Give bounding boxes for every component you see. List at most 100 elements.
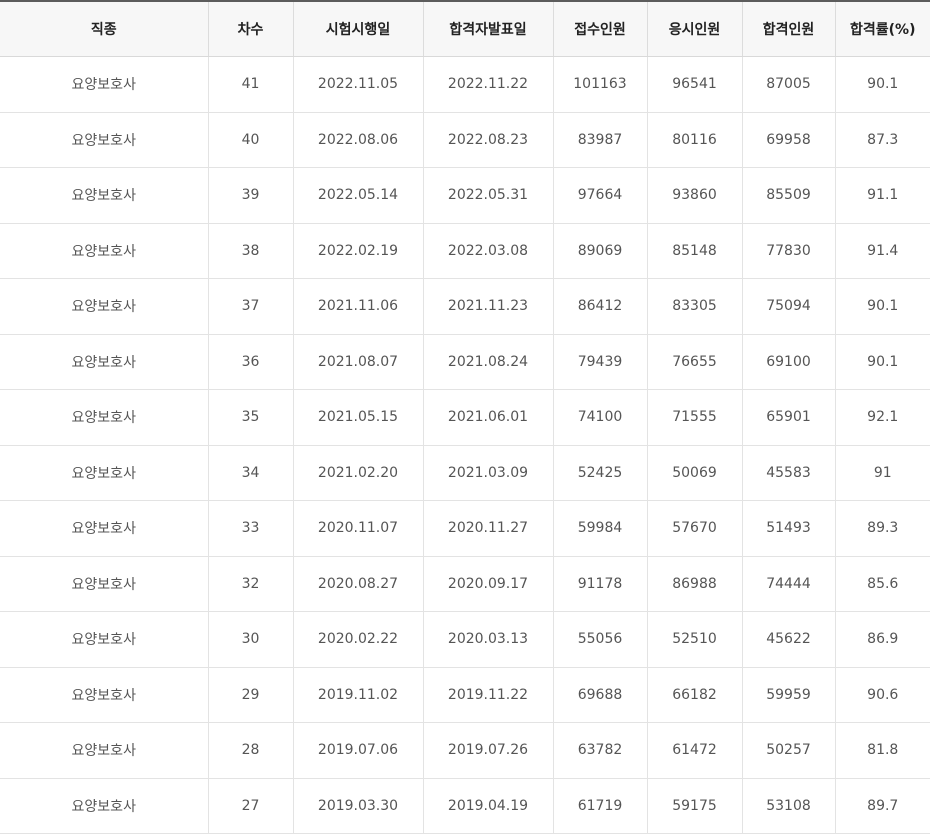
- cell-pass-rate: 89.7: [834, 778, 930, 834]
- cell-applicants: 101163: [552, 56, 647, 113]
- cell-applicants: 74100: [552, 389, 647, 446]
- cell-examinees: 86988: [646, 556, 742, 612]
- cell-examinees: 85148: [646, 223, 742, 279]
- cell-passers: 77830: [741, 223, 835, 279]
- cell-job-type: 요양보호사: [0, 556, 208, 612]
- cell-pass-rate: 90.1: [834, 334, 930, 390]
- header-pass-rate: 합격률(%): [834, 1, 930, 57]
- table-body: 요양보호사 41 2022.11.05 2022.11.22 101163 96541 87…: [0, 56, 930, 834]
- cell-job-type: 요양보호사: [0, 722, 208, 779]
- header-announce-date: 합격자발표일: [422, 1, 553, 57]
- table-row: 요양보호사 32 2020.08.27 2020.09.17 91178 86988 744…: [0, 556, 930, 612]
- cell-exam-date: 2019.03.30: [292, 778, 423, 834]
- cell-passers: 50257: [741, 722, 835, 779]
- table-row: 요양보호사 40 2022.08.06 2022.08.23 83987 80116 699…: [0, 112, 930, 168]
- cell-announce-date: 2020.03.13: [422, 611, 553, 668]
- cell-announce-date: 2020.09.17: [422, 556, 553, 612]
- cell-applicants: 91178: [552, 556, 647, 612]
- cell-examinees: 76655: [646, 334, 742, 390]
- cell-applicants: 83987: [552, 112, 647, 168]
- cell-examinees: 83305: [646, 278, 742, 335]
- cell-round: 37: [207, 278, 293, 335]
- cell-announce-date: 2021.03.09: [422, 445, 553, 501]
- cell-announce-date: 2021.06.01: [422, 389, 553, 446]
- cell-passers: 74444: [741, 556, 835, 612]
- cell-passers: 45583: [741, 445, 835, 501]
- cell-passers: 69958: [741, 112, 835, 168]
- cell-passers: 75094: [741, 278, 835, 335]
- cell-applicants: 79439: [552, 334, 647, 390]
- table-row: 요양보호사 37 2021.11.06 2021.11.23 86412 83305 750…: [0, 278, 930, 335]
- cell-job-type: 요양보호사: [0, 112, 208, 168]
- cell-examinees: 50069: [646, 445, 742, 501]
- cell-passers: 65901: [741, 389, 835, 446]
- header-exam-date: 시험시행일: [292, 1, 423, 57]
- cell-round: 40: [207, 112, 293, 168]
- cell-passers: 87005: [741, 56, 835, 113]
- cell-round: 39: [207, 167, 293, 224]
- table-row: 요양보호사 35 2021.05.15 2021.06.01 74100 71555 659…: [0, 389, 930, 446]
- cell-pass-rate: 86.9: [834, 611, 930, 668]
- cell-round: 41: [207, 56, 293, 113]
- cell-pass-rate: 90.6: [834, 667, 930, 723]
- cell-pass-rate: 81.8: [834, 722, 930, 779]
- cell-announce-date: 2021.11.23: [422, 278, 553, 335]
- table-row: 요양보호사 34 2021.02.20 2021.03.09 52425 50069 455…: [0, 445, 930, 501]
- cell-passers: 51493: [741, 500, 835, 557]
- cell-applicants: 59984: [552, 500, 647, 557]
- cell-exam-date: 2019.11.02: [292, 667, 423, 723]
- cell-examinees: 61472: [646, 722, 742, 779]
- cell-announce-date: 2020.11.27: [422, 500, 553, 557]
- cell-passers: 45622: [741, 611, 835, 668]
- header-row: 직종 차수 시험시행일 합격자발표일 접수인원 응시인원 합격인원 합격률(%): [0, 1, 930, 57]
- cell-applicants: 63782: [552, 722, 647, 779]
- cell-examinees: 96541: [646, 56, 742, 113]
- cell-announce-date: 2019.04.19: [422, 778, 553, 834]
- cell-pass-rate: 87.3: [834, 112, 930, 168]
- cell-job-type: 요양보호사: [0, 56, 208, 113]
- cell-job-type: 요양보호사: [0, 667, 208, 723]
- cell-round: 28: [207, 722, 293, 779]
- cell-announce-date: 2022.03.08: [422, 223, 553, 279]
- table-row: 요양보호사 28 2019.07.06 2019.07.26 63782 61472 502…: [0, 722, 930, 779]
- cell-exam-date: 2019.07.06: [292, 722, 423, 779]
- cell-exam-date: 2021.05.15: [292, 389, 423, 446]
- cell-round: 36: [207, 334, 293, 390]
- cell-pass-rate: 91.4: [834, 223, 930, 279]
- cell-round: 35: [207, 389, 293, 446]
- cell-round: 32: [207, 556, 293, 612]
- cell-passers: 53108: [741, 778, 835, 834]
- cell-exam-date: 2021.02.20: [292, 445, 423, 501]
- cell-examinees: 59175: [646, 778, 742, 834]
- cell-applicants: 52425: [552, 445, 647, 501]
- cell-announce-date: 2022.11.22: [422, 56, 553, 113]
- cell-pass-rate: 89.3: [834, 500, 930, 557]
- table-row: 요양보호사 36 2021.08.07 2021.08.24 79439 76655 691…: [0, 334, 930, 390]
- cell-pass-rate: 92.1: [834, 389, 930, 446]
- table-row: 요양보호사 30 2020.02.22 2020.03.13 55056 52510 456…: [0, 611, 930, 668]
- cell-job-type: 요양보호사: [0, 445, 208, 501]
- exam-results-table: 직종 차수 시험시행일 합격자발표일 접수인원 응시인원 합격인원 합격률(%)…: [0, 0, 930, 834]
- cell-round: 30: [207, 611, 293, 668]
- cell-examinees: 80116: [646, 112, 742, 168]
- header-examinees: 응시인원: [646, 1, 742, 57]
- cell-examinees: 52510: [646, 611, 742, 668]
- cell-job-type: 요양보호사: [0, 223, 208, 279]
- cell-applicants: 86412: [552, 278, 647, 335]
- cell-examinees: 57670: [646, 500, 742, 557]
- cell-announce-date: 2019.11.22: [422, 667, 553, 723]
- cell-pass-rate: 90.1: [834, 278, 930, 335]
- table-row: 요양보호사 39 2022.05.14 2022.05.31 97664 93860 855…: [0, 167, 930, 224]
- cell-announce-date: 2019.07.26: [422, 722, 553, 779]
- cell-job-type: 요양보호사: [0, 278, 208, 335]
- header-applicants: 접수인원: [552, 1, 647, 57]
- table-row: 요양보호사 29 2019.11.02 2019.11.22 69688 66182 599…: [0, 667, 930, 723]
- cell-exam-date: 2021.11.06: [292, 278, 423, 335]
- cell-examinees: 93860: [646, 167, 742, 224]
- cell-round: 33: [207, 500, 293, 557]
- cell-announce-date: 2022.08.23: [422, 112, 553, 168]
- table-row: 요양보호사 27 2019.03.30 2019.04.19 61719 59175 531…: [0, 778, 930, 834]
- cell-announce-date: 2022.05.31: [422, 167, 553, 224]
- header-round: 차수: [207, 1, 293, 57]
- cell-exam-date: 2022.08.06: [292, 112, 423, 168]
